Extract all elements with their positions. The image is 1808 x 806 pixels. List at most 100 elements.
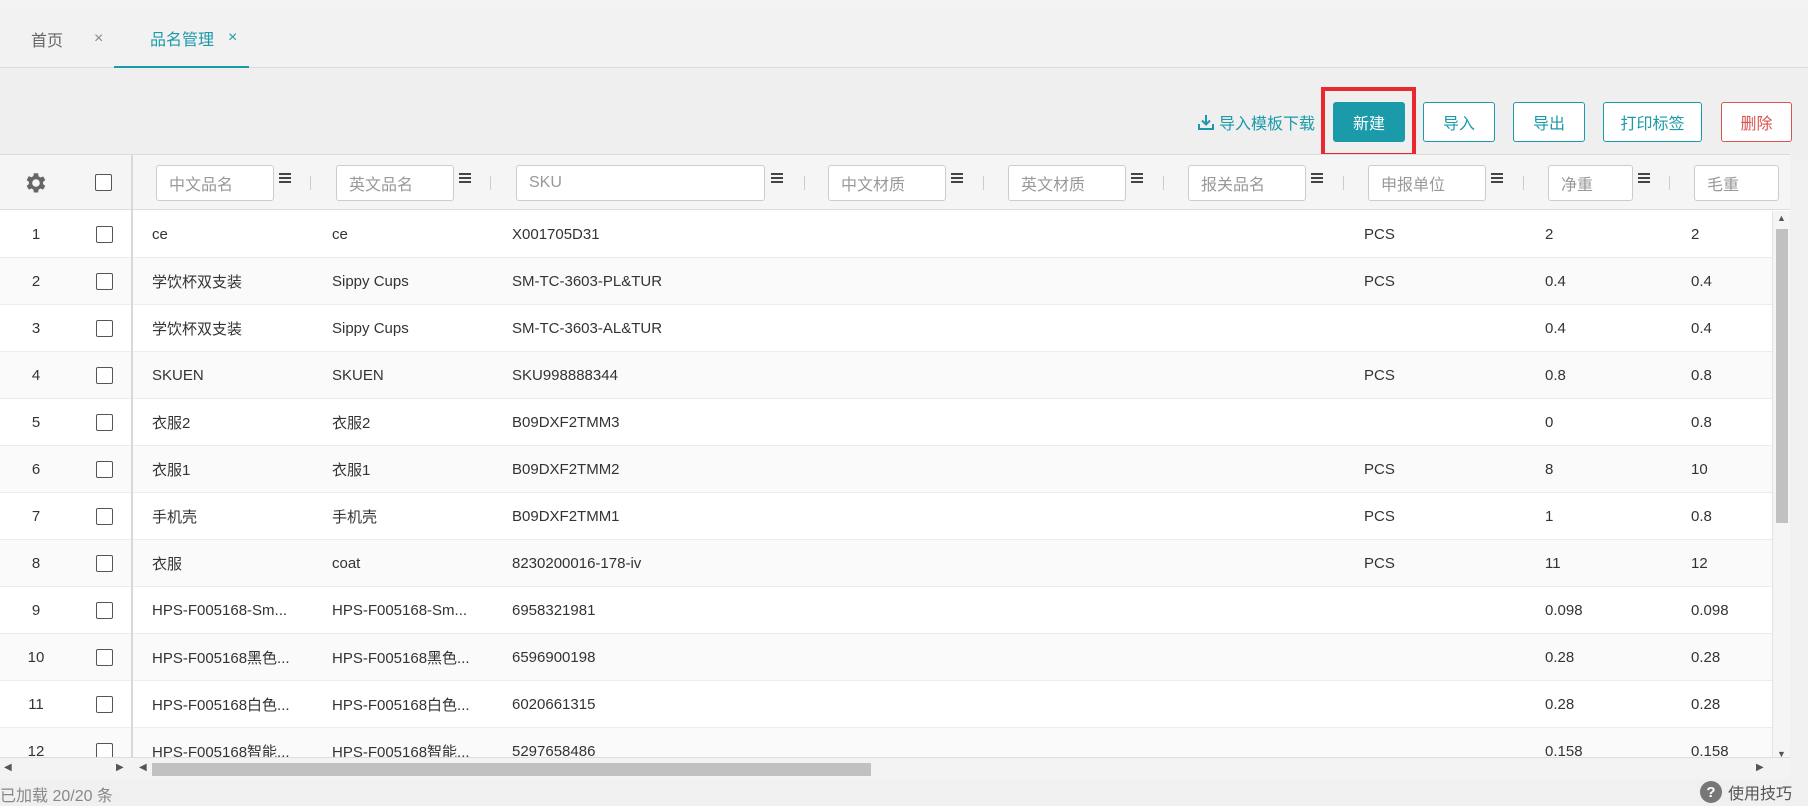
menu-icon[interactable] — [279, 173, 291, 183]
table-row[interactable]: 6 衣服1 衣服1 B09DXF2TMM2 PCS 8 10 — [0, 446, 1772, 493]
menu-icon[interactable] — [951, 173, 963, 183]
vertical-scrollbar[interactable]: ▲ ▼ — [1772, 211, 1790, 761]
cell-gross-weight: 0.4 — [1691, 320, 1712, 337]
cell-net-weight: 0.098 — [1545, 602, 1583, 619]
select-all-checkbox[interactable] — [95, 174, 112, 191]
cell-gross-weight: 0.8 — [1691, 367, 1712, 384]
table-row[interactable]: 11 HPS-F005168白色... HPS-F005168白色... 602066… — [0, 681, 1772, 728]
tab-product-names-label: 品名管理 — [150, 31, 215, 49]
row-checkbox[interactable] — [96, 508, 113, 525]
table-row[interactable]: 5 衣服2 衣服2 B09DXF2TMM3 0 0.8 — [0, 399, 1772, 446]
row-checkbox[interactable] — [96, 273, 113, 290]
menu-icon[interactable] — [1131, 173, 1143, 183]
horizontal-scroll-thumb[interactable] — [152, 763, 871, 776]
help-icon: ? — [1700, 781, 1722, 803]
filter-net-weight[interactable]: 净重 — [1548, 165, 1633, 201]
cell-sku: B09DXF2TMM2 — [512, 461, 620, 478]
column-separator[interactable] — [490, 176, 491, 190]
scroll-left-icon[interactable]: ◀ — [4, 762, 12, 773]
tab-product-names[interactable]: 品名管理 × — [114, 9, 249, 68]
scroll-up-icon[interactable]: ▲ — [1777, 213, 1786, 223]
cell-gross-weight: 0.28 — [1691, 696, 1721, 713]
filter-en-material[interactable]: 英文材质 — [1008, 165, 1126, 201]
cell-net-weight: 8 — [1545, 461, 1554, 478]
filter-customs-name[interactable]: 报关品名 — [1188, 165, 1306, 201]
row-number: 5 — [31, 414, 41, 431]
cell-sku: SM-TC-3603-AL&TUR — [512, 320, 663, 337]
cell-unit: PCS — [1364, 273, 1395, 290]
row-number: 3 — [31, 320, 41, 337]
column-separator[interactable] — [310, 176, 311, 190]
table-row[interactable]: 7 手机壳 手机壳 B09DXF2TMM1 PCS 1 0.8 — [0, 493, 1772, 540]
table-row[interactable]: 10 HPS-F005168黑色... HPS-F005168黑色... 659690… — [0, 634, 1772, 681]
row-checkbox[interactable] — [96, 320, 113, 337]
status-footer: 已加载 20/20 条 ? 使用技巧 — [0, 779, 1808, 805]
row-checkbox[interactable] — [96, 696, 113, 713]
cell-unit: PCS — [1364, 367, 1395, 384]
column-separator[interactable] — [1163, 176, 1164, 190]
filter-cn-name[interactable]: 中文品名 — [156, 165, 274, 201]
scroll-left-icon[interactable]: ◀ — [139, 762, 147, 773]
cell-unit — [1364, 305, 1484, 352]
tips-label: 使用技巧 — [1728, 786, 1793, 803]
menu-icon[interactable] — [459, 173, 471, 183]
column-separator[interactable] — [1523, 176, 1524, 190]
cell-gross-weight: 0.8 — [1691, 508, 1712, 525]
menu-icon[interactable] — [771, 173, 783, 183]
row-number: 7 — [31, 508, 41, 525]
row-checkbox[interactable] — [96, 555, 113, 572]
table-row[interactable]: 9 HPS-F005168-Sm... HPS-F005168-Sm... 69583… — [0, 587, 1772, 634]
menu-icon[interactable] — [1638, 173, 1650, 183]
tab-home[interactable]: 首页 × — [31, 9, 111, 68]
table-row[interactable]: 8 衣服 coat 8230200016-178-iv PCS 11 12 — [0, 540, 1772, 587]
cell-en-name: Sippy Cups — [332, 273, 409, 290]
menu-icon[interactable] — [1311, 173, 1323, 183]
filter-unit[interactable]: 申报单位 — [1368, 165, 1486, 201]
table-row[interactable]: 4 SKUEN SKUEN SKU998888344 PCS 0.8 0.8 — [0, 352, 1772, 399]
row-number: 4 — [31, 367, 41, 384]
export-button[interactable]: 导出 — [1513, 102, 1585, 142]
column-separator[interactable] — [1343, 176, 1344, 190]
filter-gross-weight[interactable]: 毛重 — [1694, 165, 1779, 201]
row-checkbox[interactable] — [96, 414, 113, 431]
row-checkbox[interactable] — [96, 461, 113, 478]
template-download-link[interactable]: 导入模板下载 — [1197, 112, 1315, 133]
print-label-button[interactable]: 打印标签 — [1603, 102, 1702, 142]
row-checkbox[interactable] — [96, 649, 113, 666]
menu-icon[interactable] — [1491, 173, 1503, 183]
column-separator[interactable] — [983, 176, 984, 190]
gear-icon[interactable] — [22, 170, 48, 196]
scroll-right-icon[interactable]: ▶ — [116, 762, 124, 773]
cell-cn-name: 手机壳 — [152, 509, 198, 526]
scroll-right-icon[interactable]: ▶ — [1756, 762, 1764, 773]
table-row[interactable]: 3 学饮杯双支装 Sippy Cups SM-TC-3603-AL&TUR 0.4 0.4 — [0, 305, 1772, 352]
row-number: 10 — [27, 649, 45, 666]
column-separator[interactable] — [1669, 176, 1670, 190]
import-button[interactable]: 导入 — [1423, 102, 1495, 142]
filter-sku[interactable]: SKU — [516, 165, 765, 201]
cell-unit: PCS — [1364, 555, 1395, 572]
cell-en-name: coat — [332, 555, 361, 572]
row-checkbox[interactable] — [96, 367, 113, 384]
cell-sku: X001705D31 — [512, 226, 600, 243]
tips-link[interactable]: ? 使用技巧 — [1700, 780, 1792, 804]
cell-sku: 6958321981 — [512, 602, 596, 619]
horizontal-scrollbar[interactable]: ◀ ▶ ◀ ▶ — [0, 757, 1790, 779]
vertical-scroll-thumb[interactable] — [1776, 229, 1788, 523]
new-button-highlight — [1321, 87, 1416, 157]
delete-button[interactable]: 删除 — [1721, 102, 1792, 142]
table-row[interactable]: 2 学饮杯双支装 Sippy Cups SM-TC-3603-PL&TUR PCS 0.4… — [0, 258, 1772, 305]
close-icon[interactable]: × — [94, 30, 103, 48]
column-separator[interactable] — [804, 176, 805, 190]
cell-en-name: Sippy Cups — [332, 320, 409, 337]
table-row[interactable]: 1 ce ce X001705D31 PCS 2 2 — [0, 211, 1772, 258]
row-checkbox[interactable] — [96, 226, 113, 243]
filter-cn-material[interactable]: 中文材质 — [828, 165, 946, 201]
cell-en-name: 手机壳 — [332, 509, 378, 526]
filter-en-name[interactable]: 英文品名 — [336, 165, 454, 201]
cell-cn-name: 衣服2 — [152, 415, 191, 432]
cell-cn-name: HPS-F005168白色... — [152, 697, 290, 714]
close-icon[interactable]: × — [228, 29, 237, 47]
row-number: 11 — [28, 696, 44, 713]
row-checkbox[interactable] — [96, 602, 113, 619]
